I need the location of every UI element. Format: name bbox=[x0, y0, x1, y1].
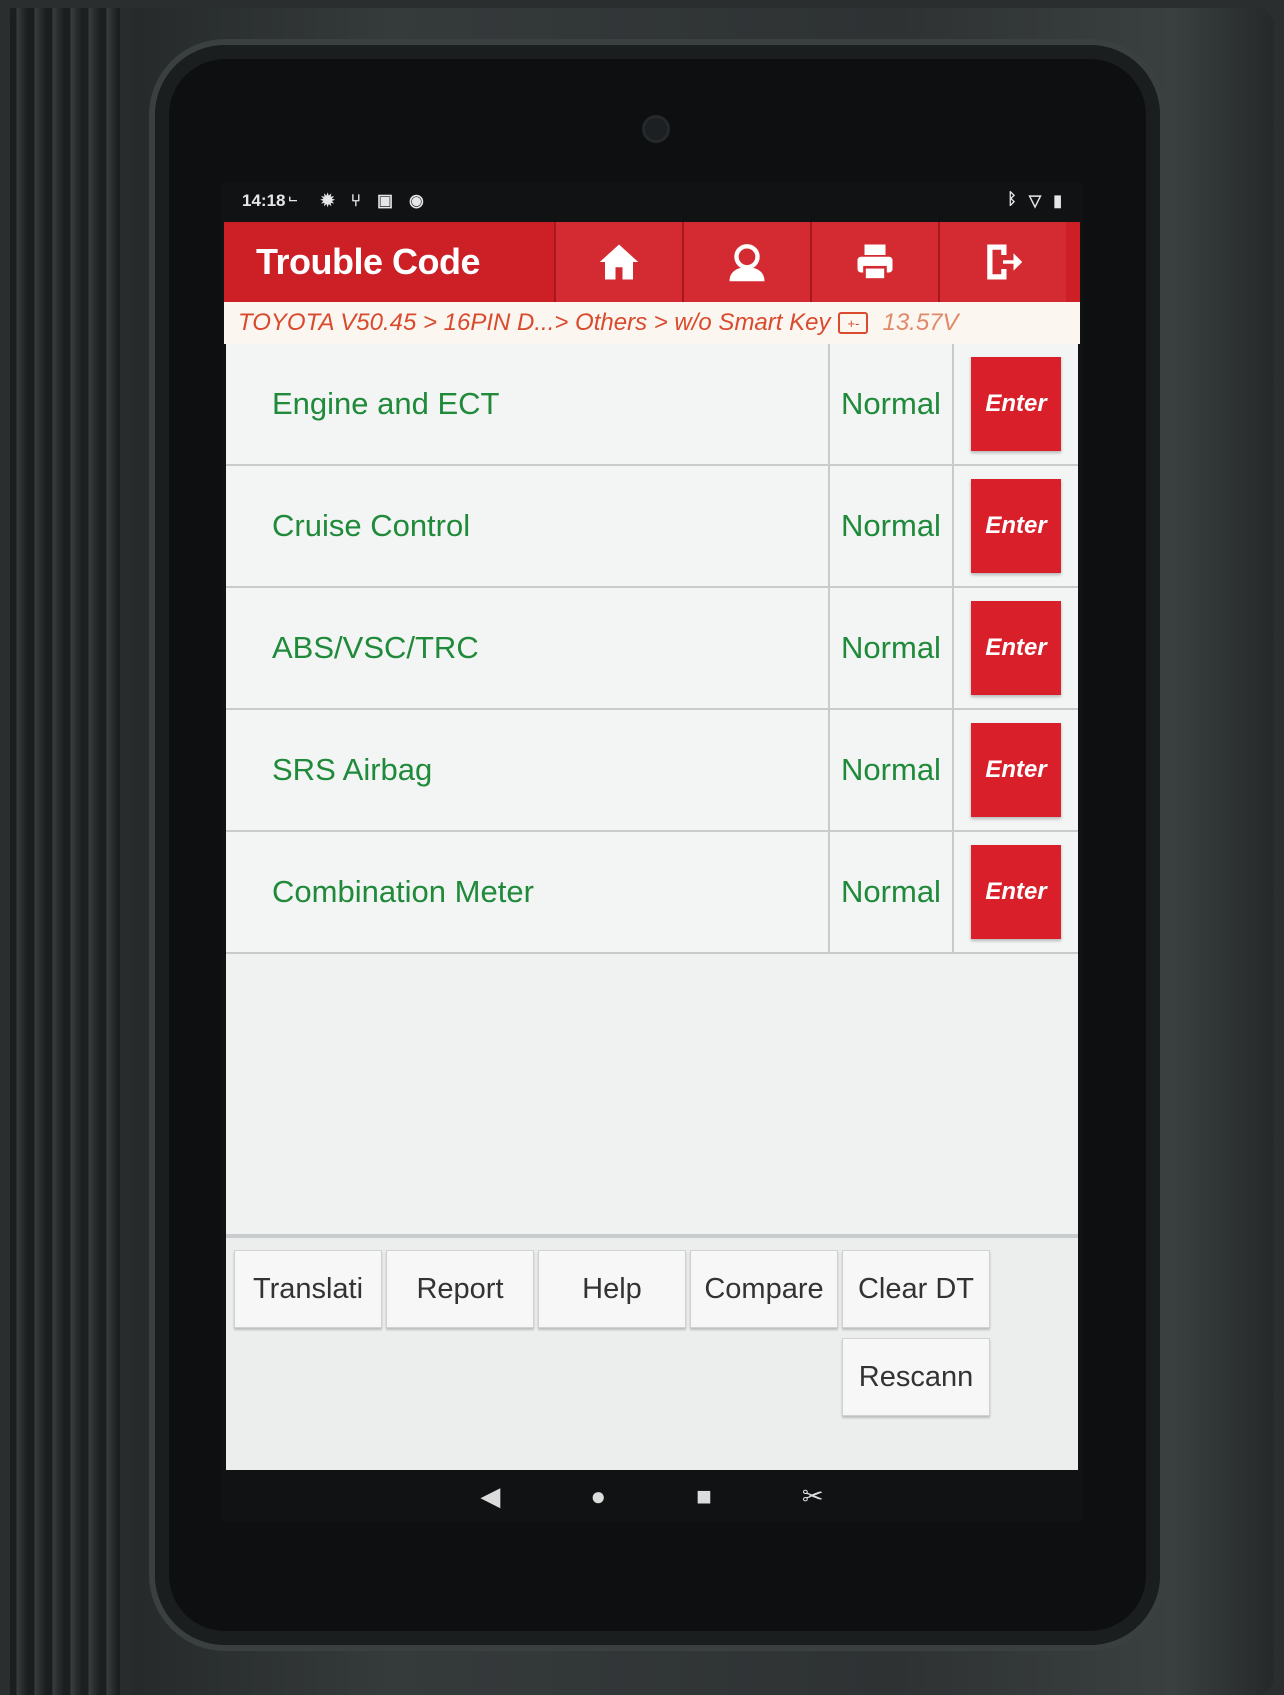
system-list: Engine and ECT Normal Enter Cruise Contr… bbox=[226, 344, 1078, 1234]
enter-cell: Enter bbox=[954, 710, 1078, 830]
system-icons: ᛒ ▽ ▮ bbox=[1007, 191, 1062, 211]
exit-button[interactable] bbox=[938, 222, 1066, 302]
vpn-icon: ◉ bbox=[409, 191, 424, 210]
page-title: Trouble Code bbox=[256, 241, 481, 282]
system-status: Normal bbox=[830, 710, 954, 830]
enter-cell: Enter bbox=[954, 588, 1078, 708]
home-button[interactable] bbox=[554, 222, 682, 302]
enter-button[interactable]: Enter bbox=[971, 845, 1061, 939]
system-status: Normal bbox=[830, 344, 954, 464]
system-status: Normal bbox=[830, 466, 954, 586]
title-bar: Trouble Code bbox=[224, 222, 1080, 302]
home-icon bbox=[599, 244, 639, 280]
status-indicator: ᄂ bbox=[287, 194, 299, 209]
system-name: Engine and ECT bbox=[226, 344, 830, 464]
enter-button[interactable]: Enter bbox=[971, 723, 1061, 817]
system-row: ABS/VSC/TRC Normal Enter bbox=[226, 588, 1078, 710]
action-toolbar: Translati Report Help Compare Clear DT R… bbox=[226, 1234, 1078, 1470]
home-nav-icon[interactable]: ● bbox=[590, 1481, 606, 1512]
battery-voltage-icon: +- bbox=[838, 312, 869, 334]
system-name: Combination Meter bbox=[226, 832, 830, 952]
status-bar: 14:18 ᄂ ✹ ⑂ ▣ ◉ ᛒ ▽ ▮ bbox=[222, 182, 1082, 220]
enter-button[interactable]: Enter bbox=[971, 479, 1061, 573]
front-camera bbox=[645, 118, 667, 140]
image-icon: ▣ bbox=[376, 191, 394, 210]
device-grip bbox=[10, 8, 120, 1695]
support-button[interactable] bbox=[682, 222, 810, 302]
usb-icon: ⑂ bbox=[350, 191, 361, 210]
android-nav-bar: ◀ ● ■ ✂ bbox=[222, 1470, 1082, 1522]
translation-button[interactable]: Translati bbox=[234, 1250, 382, 1328]
compare-button[interactable]: Compare bbox=[690, 1250, 838, 1328]
notification-icons: ✹ ⑂ ▣ ◉ bbox=[321, 191, 424, 211]
clear-dtc-button[interactable]: Clear DT bbox=[842, 1250, 990, 1328]
report-button[interactable]: Report bbox=[386, 1250, 534, 1328]
voltage-readout: 13.57V bbox=[882, 309, 959, 336]
enter-cell: Enter bbox=[954, 344, 1078, 464]
rescan-button[interactable]: Rescann bbox=[842, 1338, 990, 1416]
system-row: Cruise Control Normal Enter bbox=[226, 466, 1078, 588]
bluetooth-icon: ᛒ bbox=[1007, 191, 1017, 208]
clock: 14:18 bbox=[242, 191, 286, 210]
print-button[interactable] bbox=[810, 222, 938, 302]
back-icon[interactable]: ◀ bbox=[480, 1481, 500, 1512]
screenshot-icon[interactable]: ✂ bbox=[802, 1481, 824, 1512]
system-name: ABS/VSC/TRC bbox=[226, 588, 830, 708]
system-status: Normal bbox=[830, 588, 954, 708]
wifi-icon: ▽ bbox=[1028, 193, 1042, 210]
enter-cell: Enter bbox=[954, 832, 1078, 952]
help-button[interactable]: Help bbox=[538, 1250, 686, 1328]
tablet-screen: 14:18 ᄂ ✹ ⑂ ▣ ◉ ᛒ ▽ ▮ Trouble Code TOYOT… bbox=[222, 182, 1082, 1522]
recents-icon[interactable]: ■ bbox=[696, 1481, 712, 1512]
support-icon bbox=[729, 244, 765, 282]
breadcrumb: TOYOTA V50.45 > 16PIN D...> Others > w/o… bbox=[224, 302, 1080, 344]
system-row: Combination Meter Normal Enter bbox=[226, 832, 1078, 954]
exit-icon bbox=[987, 244, 1023, 280]
battery-icon: ▮ bbox=[1053, 193, 1062, 210]
system-status: Normal bbox=[830, 832, 954, 952]
system-name: Cruise Control bbox=[226, 466, 830, 586]
enter-button[interactable]: Enter bbox=[971, 601, 1061, 695]
enter-button[interactable]: Enter bbox=[971, 357, 1061, 451]
system-name: SRS Airbag bbox=[226, 710, 830, 830]
gear-icon: ✹ bbox=[320, 191, 335, 210]
print-icon bbox=[857, 244, 893, 281]
enter-cell: Enter bbox=[954, 466, 1078, 586]
system-row: Engine and ECT Normal Enter bbox=[226, 344, 1078, 466]
breadcrumb-path: TOYOTA V50.45 > 16PIN D...> Others > w/o… bbox=[238, 309, 831, 336]
system-row: SRS Airbag Normal Enter bbox=[226, 710, 1078, 832]
